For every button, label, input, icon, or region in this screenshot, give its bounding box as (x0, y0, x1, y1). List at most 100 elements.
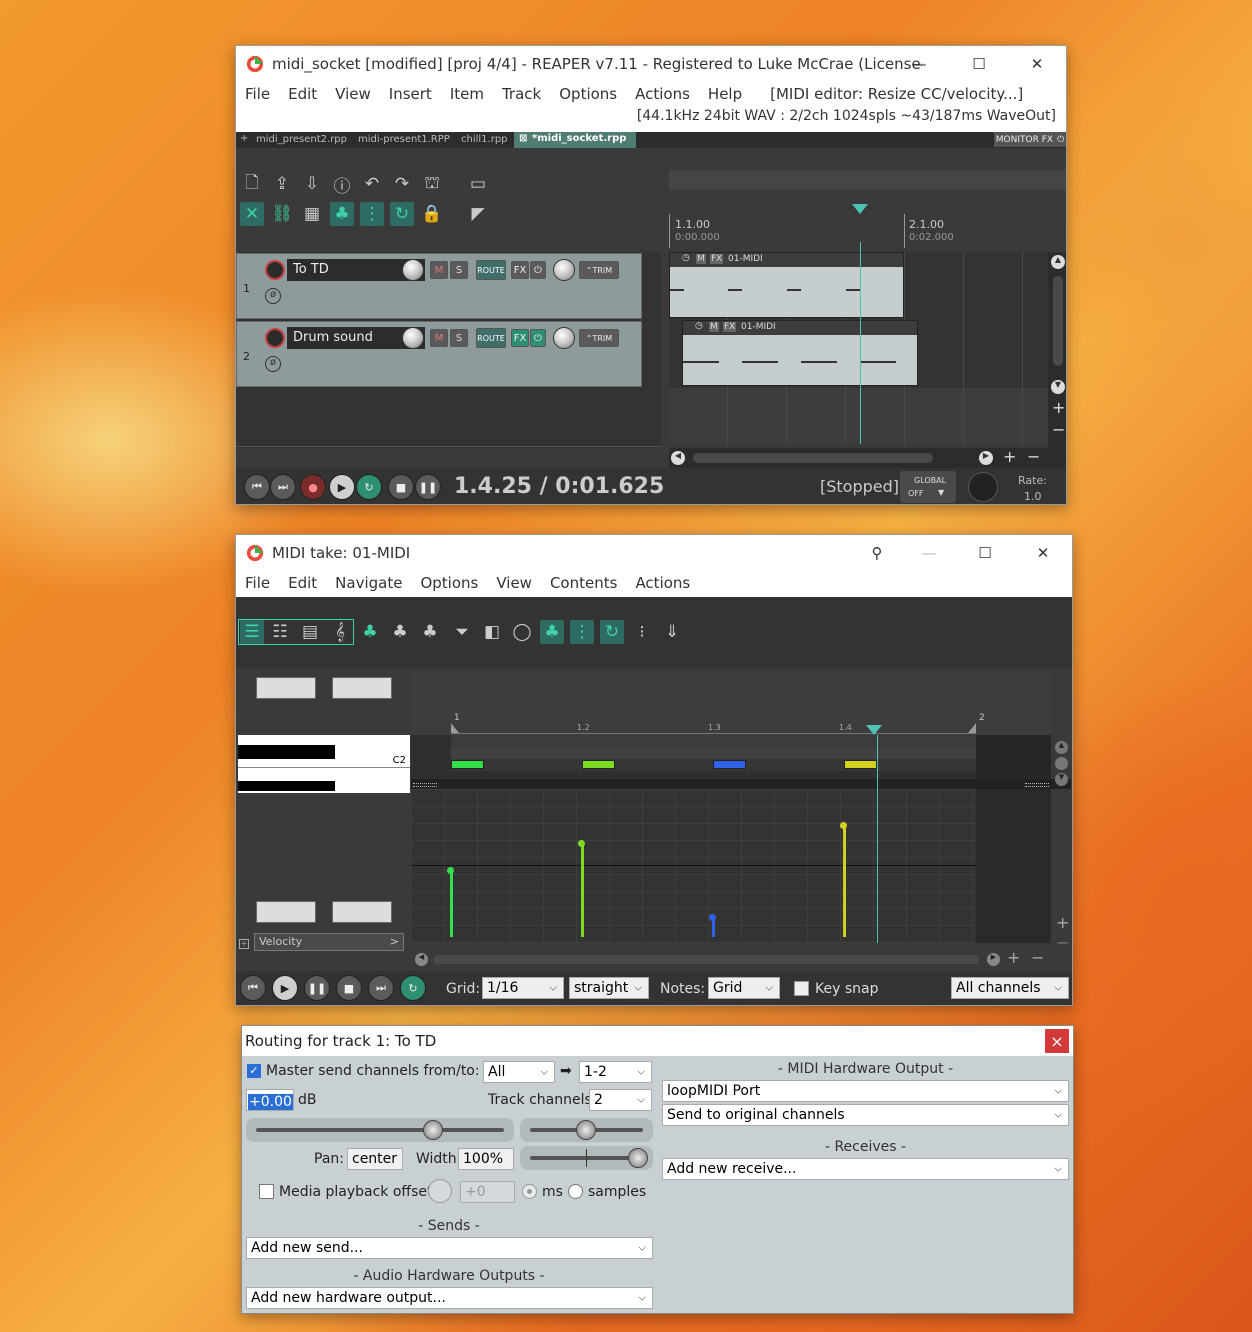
named-notes-view-icon[interactable]: ☷ (268, 620, 292, 644)
mute-button-2[interactable]: M (430, 329, 448, 347)
midi-hzoom-out-icon[interactable]: − (1031, 948, 1044, 967)
arrange-view[interactable]: ◷ M FX 01-MIDI ◷ M FX 01-MIDI (669, 242, 1049, 444)
midi-scroll-mid-icon[interactable] (1055, 757, 1068, 770)
grid-mode-select[interactable]: straight ⌵ (569, 977, 649, 999)
midi-menu-options[interactable]: Options (411, 574, 487, 592)
monitor-fx-button[interactable]: MONITOR FX ⏻ (994, 132, 1066, 147)
close-button[interactable]: ✕ (1014, 535, 1072, 571)
loop-icon[interactable]: ↻ (390, 202, 414, 226)
midi-item-1[interactable]: ◷ M FX 01-MIDI (669, 252, 904, 318)
width-slider[interactable] (520, 1146, 653, 1170)
record-arm-button[interactable] (265, 260, 285, 280)
midi-menu-view[interactable]: View (487, 574, 541, 592)
add-send-select[interactable]: Add new send... ⌵ (246, 1237, 653, 1259)
pause-button[interactable]: ❚❚ (415, 474, 441, 500)
track-channels-select[interactable]: 2 ⌵ (589, 1089, 652, 1111)
width-input[interactable]: 100% (458, 1148, 514, 1170)
zoom-box-right-bottom[interactable] (332, 901, 392, 923)
fx-button-2[interactable]: FX (511, 329, 529, 347)
master-from-select[interactable]: All ⌵ (483, 1061, 555, 1083)
midi-scroll-down-icon[interactable]: ▼ (1055, 773, 1068, 786)
record-button[interactable]: ● (300, 474, 326, 500)
minimize-button[interactable]: — (890, 46, 948, 82)
minimize-button[interactable]: — (900, 535, 958, 571)
auto-crossfade-icon[interactable]: ♣ (330, 202, 354, 226)
tab-midi-socket[interactable]: ⊠ *midi_socket.rpp (514, 132, 636, 148)
open-project-icon[interactable]: ⇪ (270, 172, 294, 196)
ripple-edit-icon[interactable]: ✕ (240, 202, 264, 226)
midi-note[interactable] (844, 760, 877, 769)
new-tab-button[interactable]: + (240, 133, 248, 144)
trim-button-1[interactable]: ⌃ TRIM (579, 261, 619, 279)
midi-zoom-out-icon[interactable]: − (1056, 933, 1069, 952)
media-offset-input[interactable]: +0 (460, 1181, 515, 1203)
scroll-left-icon[interactable]: ◀ (671, 451, 685, 465)
midi-note[interactable] (451, 760, 484, 769)
item-lock-icon[interactable]: ◷ (682, 253, 690, 263)
master-send-checkbox[interactable]: ✓ (247, 1064, 261, 1078)
key-snap-checkbox[interactable] (794, 981, 809, 996)
pan-knob-2[interactable] (553, 327, 575, 349)
item-fx-1[interactable]: FX (710, 254, 724, 264)
play-button[interactable]: ▶ (329, 474, 355, 500)
midi-note[interactable] (582, 760, 615, 769)
velocity-stem[interactable] (578, 840, 585, 937)
track-panel-2[interactable]: 2 Drum sound M S ROUTE FX ⏻ ⌃ TRIM ø (236, 321, 642, 387)
record-arm-button[interactable] (265, 328, 285, 348)
midi-scroll-up-icon[interactable]: ▲ (1055, 741, 1068, 754)
menu-file[interactable]: File (236, 85, 279, 103)
horizontal-scrollbar[interactable]: ◀ ▶ + − (669, 447, 1066, 468)
piano-keys[interactable]: C2 (238, 735, 410, 793)
midi-menu-file[interactable]: File (236, 574, 279, 592)
cc-lane-selector[interactable]: Velocity > (254, 933, 404, 951)
route-button-2[interactable]: ROUTE (476, 328, 506, 348)
pan-input[interactable]: center (347, 1148, 403, 1170)
width-slider-thumb[interactable] (628, 1148, 648, 1168)
phase-icon[interactable]: ø (265, 356, 281, 372)
midi-vertical-scrollbar[interactable]: ▲ ▼ + − (1051, 737, 1072, 952)
midi-crossfade-icon[interactable]: ♣ (540, 620, 564, 644)
timeline-ruler[interactable]: 1.1.00 0:00.000 2.1.00 0:02.000 (669, 170, 1066, 250)
midi-go-end-button[interactable]: ⏭ (368, 975, 394, 1001)
metronome-icon[interactable]: ⛫ (420, 172, 444, 196)
tab-chill1[interactable]: chill1.rpp (461, 134, 508, 145)
midi-pause-button[interactable]: ❚❚ (304, 975, 330, 1001)
solo-button-1[interactable]: S (450, 261, 468, 279)
notes-select[interactable]: Grid ⌵ (708, 977, 780, 999)
midi-item-2[interactable]: ◷ M FX 01-MIDI (682, 320, 918, 386)
volume-knob-2[interactable] (402, 327, 424, 349)
trim-button-2[interactable]: ⌃ TRIM (579, 329, 619, 347)
mute-button-1[interactable]: M (430, 261, 448, 279)
event-list-view-icon[interactable]: ▤ (298, 620, 322, 644)
hzoom-out-icon[interactable]: − (1027, 447, 1040, 466)
pan-knob-1[interactable] (553, 259, 575, 281)
pin-icon[interactable]: ⚲ (848, 535, 906, 571)
fx-bypass-button-1[interactable]: ⏻ (530, 261, 546, 279)
menu-edit[interactable]: Edit (279, 85, 326, 103)
midi-menu-contents[interactable]: Contents (541, 574, 626, 592)
midi-zoom-in-icon[interactable]: + (1056, 913, 1069, 932)
menu-view[interactable]: View (326, 85, 380, 103)
midi-scroll-left-icon[interactable]: ◀ (415, 953, 428, 966)
note-color-3-icon[interactable]: ♣ (418, 620, 442, 644)
tab-midi-present2[interactable]: midi_present2.rpp (256, 134, 347, 145)
scroll-right-icon[interactable]: ▶ (979, 451, 993, 465)
info-icon[interactable]: ⓘ (330, 172, 354, 197)
velocity-lane[interactable] (411, 789, 1051, 943)
note-grid[interactable] (411, 735, 1071, 789)
volume-knob-1[interactable] (402, 259, 424, 281)
velocity-stem[interactable] (709, 914, 716, 937)
lock-icon[interactable]: 🔒 (420, 202, 444, 226)
midi-menu-edit[interactable]: Edit (279, 574, 326, 592)
add-lane-icon[interactable]: + (239, 939, 249, 949)
item-mute-1[interactable]: M (696, 254, 706, 264)
close-button[interactable]: ✕ (1008, 46, 1066, 82)
undo-icon[interactable]: ↶ (360, 172, 384, 196)
notation-view-icon[interactable]: 𝄞 (328, 620, 352, 644)
midi-channels-select[interactable]: Send to original channels ⌵ (662, 1104, 1069, 1126)
media-offset-checkbox[interactable] (259, 1184, 274, 1199)
grid-view-icon[interactable]: ▦ (300, 202, 324, 226)
scroll-up-icon[interactable]: ▲ (1051, 255, 1065, 269)
vertical-scrollbar[interactable]: ▲ ▼ + − (1048, 252, 1066, 452)
midi-hzoom-in-icon[interactable]: + (1007, 948, 1020, 967)
